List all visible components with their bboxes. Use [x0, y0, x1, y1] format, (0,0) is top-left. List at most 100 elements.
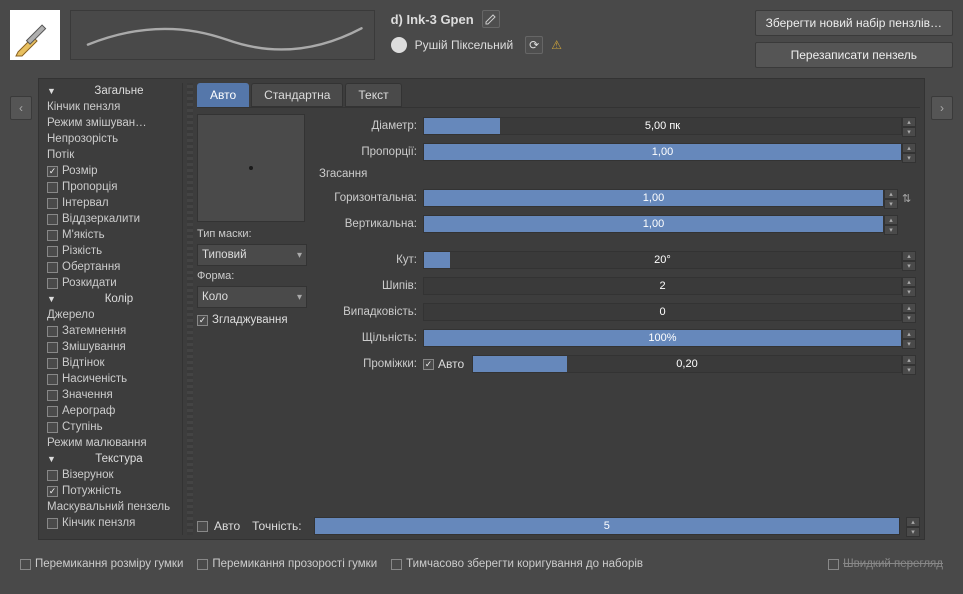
spacing-label: Проміжки:	[319, 358, 423, 370]
checkbox-rotation[interactable]	[47, 262, 58, 273]
shape-select[interactable]: Коло	[197, 286, 307, 308]
checkbox-value[interactable]	[47, 390, 58, 401]
mask-type-label: Тип маски:	[197, 228, 307, 240]
prop-tip[interactable]: Кінчик пензля	[43, 99, 182, 115]
engine-icon	[391, 37, 407, 53]
ratio-slider[interactable]: 1,00	[423, 143, 902, 161]
diameter-spin[interactable]: ▴▾	[902, 117, 916, 135]
density-spin[interactable]: ▴▾	[902, 329, 916, 347]
prop-sharpness[interactable]: Різкість	[43, 243, 182, 259]
spacing-auto-checkbox[interactable]	[423, 359, 434, 370]
checkbox-hue[interactable]	[47, 358, 58, 369]
tab-text[interactable]: Текст	[345, 83, 401, 107]
prop-source[interactable]: Джерело	[43, 307, 182, 323]
angle-spin[interactable]: ▴▾	[902, 251, 916, 269]
prop-airbrush[interactable]: Аерограф	[43, 403, 182, 419]
prop-scatter[interactable]: Розкидати	[43, 275, 182, 291]
checkbox-ratio[interactable]	[47, 182, 58, 193]
checkbox-size[interactable]	[47, 166, 58, 177]
prop-saturation[interactable]: Насиченість	[43, 371, 182, 387]
checkbox-spacing[interactable]	[47, 198, 58, 209]
horiz-spin[interactable]: ▴▾	[884, 189, 898, 207]
ratio-label: Пропорції:	[319, 146, 423, 158]
prop-rotation[interactable]: Обертання	[43, 259, 182, 275]
engine-label: Рушій Піксельний	[415, 38, 514, 52]
prop-masktip[interactable]: Кінчик пензля	[43, 515, 182, 531]
prop-paintmode[interactable]: Режим малювання	[43, 435, 182, 451]
eraser-size-label: Перемикання розміру гумки	[35, 558, 183, 570]
vert-spin[interactable]: ▴▾	[884, 215, 898, 233]
prop-pattern[interactable]: Візерунок	[43, 467, 182, 483]
prev-preset-button[interactable]: ‹	[10, 96, 32, 120]
precision-auto-checkbox[interactable]	[197, 521, 208, 532]
prop-blend[interactable]: Режим змішуван…	[43, 115, 182, 131]
random-slider[interactable]: 0	[423, 303, 902, 321]
eraser-size-checkbox[interactable]	[20, 559, 31, 570]
next-preset-button[interactable]: ›	[931, 96, 953, 120]
temp-save-checkbox[interactable]	[391, 559, 402, 570]
checkbox-softness[interactable]	[47, 230, 58, 241]
angle-label: Кут:	[319, 254, 423, 266]
density-label: Щільність:	[319, 332, 423, 344]
category-color[interactable]: ▼Колір	[43, 291, 182, 307]
checkbox-mirror[interactable]	[47, 214, 58, 225]
edit-name-button[interactable]	[482, 10, 500, 28]
spacingval-spin[interactable]: ▴▾	[902, 355, 916, 373]
prop-mix[interactable]: Змішування	[43, 339, 182, 355]
prop-hue[interactable]: Відтінок	[43, 355, 182, 371]
random-spin[interactable]: ▴▾	[902, 303, 916, 321]
reload-button[interactable]: ⟳	[525, 36, 543, 54]
mask-type-select[interactable]: Типовий	[197, 244, 307, 266]
prop-size[interactable]: Розмір	[43, 163, 182, 179]
prop-ratio[interactable]: Пропорція	[43, 179, 182, 195]
category-texture[interactable]: ▼Текстура	[43, 451, 182, 467]
checkbox-strength[interactable]	[47, 486, 58, 497]
save-new-preset-button[interactable]: Зберегти новий набір пензлів…	[755, 10, 953, 36]
spikes-spin[interactable]: ▴▾	[902, 277, 916, 295]
ratio-spin[interactable]: ▴▾	[902, 143, 916, 161]
tab-auto[interactable]: Авто	[197, 83, 249, 107]
prop-strength[interactable]: Потужність	[43, 483, 182, 499]
checkbox-airbrush[interactable]	[47, 406, 58, 417]
horiz-slider[interactable]: 1,00	[423, 189, 884, 207]
checkbox-pattern[interactable]	[47, 470, 58, 481]
checkbox-darken[interactable]	[47, 326, 58, 337]
prop-value[interactable]: Значення	[43, 387, 182, 403]
prop-rate[interactable]: Ступінь	[43, 419, 182, 435]
eraser-opacity-checkbox[interactable]	[197, 559, 208, 570]
overwrite-brush-button[interactable]: Перезаписати пензель	[755, 42, 953, 68]
checkbox-sharpness[interactable]	[47, 246, 58, 257]
prop-softness[interactable]: М'якість	[43, 227, 182, 243]
checkbox-saturation[interactable]	[47, 374, 58, 385]
checkbox-scatter[interactable]	[47, 278, 58, 289]
spikes-label: Шипів:	[319, 280, 423, 292]
property-sidebar[interactable]: ▼Загальне Кінчик пензля Режим змішуван… …	[43, 83, 183, 535]
checkbox-mix[interactable]	[47, 342, 58, 353]
vert-slider[interactable]: 1,00	[423, 215, 884, 233]
checkbox-rate[interactable]	[47, 422, 58, 433]
antialias-checkbox[interactable]	[197, 315, 208, 326]
prop-flow[interactable]: Потік	[43, 147, 182, 163]
prop-opacity[interactable]: Непрозорість	[43, 131, 182, 147]
density-slider[interactable]: 100%	[423, 329, 902, 347]
fade-link-icon[interactable]: ⇅	[902, 192, 916, 205]
precision-spin[interactable]: ▴▾	[906, 517, 920, 535]
brush-name: d) Ink-3 Gpen	[391, 12, 474, 27]
quick-preview-checkbox[interactable]	[828, 559, 839, 570]
antialias-label: Згладжування	[212, 314, 288, 326]
spikes-slider[interactable]: 2	[423, 277, 902, 295]
tab-standard[interactable]: Стандартна	[251, 83, 343, 107]
prop-mirror[interactable]: Віддзеркалити	[43, 211, 182, 227]
warning-icon: ⚠	[551, 38, 562, 52]
diameter-slider[interactable]: 5,00 пк	[423, 117, 902, 135]
checkbox-masktip[interactable]	[47, 518, 58, 529]
stroke-preview	[70, 10, 375, 60]
prop-darken[interactable]: Затемнення	[43, 323, 182, 339]
spacingval-slider[interactable]: 0,20	[472, 355, 902, 373]
prop-maskbrush[interactable]: Маскувальний пензель	[43, 499, 182, 515]
angle-slider[interactable]: 20°	[423, 251, 902, 269]
precision-auto-label: Авто	[214, 519, 240, 533]
precision-slider[interactable]: 5	[314, 517, 900, 535]
category-general[interactable]: ▼Загальне	[43, 83, 182, 99]
prop-spacing[interactable]: Інтервал	[43, 195, 182, 211]
